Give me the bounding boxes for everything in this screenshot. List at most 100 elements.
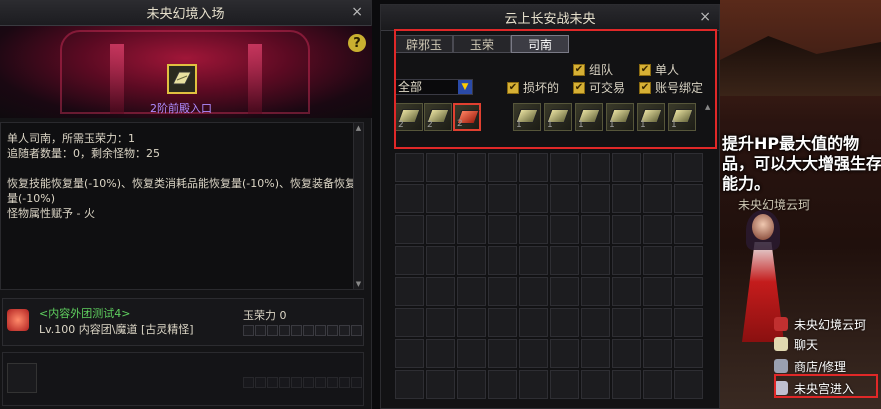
inventory-slot[interactable] (550, 184, 579, 213)
inventory-slot[interactable] (674, 153, 703, 182)
inventory-slot[interactable] (674, 308, 703, 337)
menu-chat[interactable]: 聊天 (774, 334, 878, 354)
inventory-slot[interactable] (581, 184, 610, 213)
inventory-slot[interactable] (519, 153, 548, 182)
close-icon[interactable]: × (699, 9, 711, 25)
inventory-slot[interactable] (643, 339, 672, 368)
inventory-slot[interactable] (550, 215, 579, 244)
inventory-slot[interactable] (519, 246, 548, 275)
inventory-slot[interactable] (457, 153, 486, 182)
inventory-slot[interactable] (426, 370, 455, 399)
inventory-slot[interactable] (519, 308, 548, 337)
inventory-slot[interactable] (457, 370, 486, 399)
inventory-slot[interactable] (488, 184, 517, 213)
inventory-slot[interactable] (612, 153, 641, 182)
inventory-slot[interactable] (643, 184, 672, 213)
item-slot[interactable]: 1 (637, 103, 665, 131)
inventory-slot[interactable] (519, 339, 548, 368)
inventory-slot[interactable] (426, 246, 455, 275)
party-member-row-empty[interactable] (2, 352, 364, 406)
checkbox-solo[interactable]: ✔ 单人 (639, 61, 679, 78)
inventory-slot[interactable] (488, 370, 517, 399)
description-scrollbar[interactable]: ▲ ▼ (353, 123, 363, 289)
inventory-slot[interactable] (612, 215, 641, 244)
inventory-slot[interactable] (612, 184, 641, 213)
inventory-slot[interactable] (395, 339, 424, 368)
portal-entry-button[interactable] (167, 64, 197, 94)
inventory-slot[interactable] (488, 153, 517, 182)
inventory-slot[interactable] (612, 277, 641, 306)
item-slot[interactable]: 1 (513, 103, 541, 131)
inventory-slot[interactable] (426, 215, 455, 244)
inventory-slot[interactable] (581, 246, 610, 275)
inventory-slot[interactable] (612, 339, 641, 368)
inventory-slot[interactable] (643, 308, 672, 337)
inventory-slot[interactable] (519, 215, 548, 244)
item-slot[interactable]: 1 (606, 103, 634, 131)
inventory-slot[interactable] (612, 246, 641, 275)
inventory-slot[interactable] (488, 246, 517, 275)
inventory-slot[interactable] (488, 339, 517, 368)
inventory-slot[interactable] (550, 277, 579, 306)
inventory-slot[interactable] (550, 153, 579, 182)
scroll-down-icon[interactable]: ▼ (354, 279, 363, 289)
inventory-slot[interactable] (457, 339, 486, 368)
inventory-slot[interactable] (581, 308, 610, 337)
inventory-slot[interactable] (550, 308, 579, 337)
inventory-slot[interactable] (488, 215, 517, 244)
inventory-slot[interactable] (457, 246, 486, 275)
inventory-slot[interactable] (395, 370, 424, 399)
inventory-slot[interactable] (612, 308, 641, 337)
inventory-slot[interactable] (519, 277, 548, 306)
inventory-slot[interactable] (426, 277, 455, 306)
help-icon[interactable]: ? (348, 34, 366, 52)
item-slot[interactable]: 1 (575, 103, 603, 131)
inventory-slot[interactable] (550, 370, 579, 399)
item-slot[interactable]: 1 (544, 103, 572, 131)
inventory-slot[interactable] (550, 246, 579, 275)
close-icon[interactable]: × (351, 4, 363, 20)
checkbox-tradeable[interactable]: ✔ 可交易 (573, 79, 625, 96)
inventory-slot[interactable] (643, 153, 672, 182)
inventory-slot[interactable] (674, 339, 703, 368)
inventory-slot[interactable] (395, 215, 424, 244)
scroll-up-icon[interactable]: ▲ (705, 103, 715, 121)
checkbox-party[interactable]: ✔ 组队 (573, 61, 613, 78)
inventory-slot[interactable] (426, 308, 455, 337)
inventory-slot[interactable] (395, 277, 424, 306)
inventory-slot[interactable] (457, 215, 486, 244)
inventory-slot[interactable] (426, 153, 455, 182)
inventory-slot[interactable] (488, 308, 517, 337)
checkbox-account-bound[interactable]: ✔ 账号绑定 (639, 79, 703, 96)
item-slot[interactable]: 2 (395, 103, 423, 131)
inventory-slot[interactable] (674, 246, 703, 275)
inventory-slot[interactable] (643, 215, 672, 244)
inventory-slot[interactable] (395, 184, 424, 213)
inventory-slot[interactable] (426, 339, 455, 368)
tab-yurong[interactable]: 玉荣 (453, 35, 511, 53)
menu-npc[interactable]: 未央幻境云珂 (774, 314, 878, 334)
inventory-slot[interactable] (488, 277, 517, 306)
inventory-titlebar[interactable]: 云上长安战未央 × (381, 5, 719, 31)
inventory-slot[interactable] (395, 153, 424, 182)
checkbox-broken[interactable]: ✔ 损坏的 (507, 79, 559, 96)
inventory-slot[interactable] (581, 153, 610, 182)
inventory-slot[interactable] (395, 246, 424, 275)
scroll-up-icon[interactable]: ▲ (354, 123, 363, 133)
inventory-slot[interactable] (643, 246, 672, 275)
inventory-slot[interactable] (581, 277, 610, 306)
inventory-slot[interactable] (581, 339, 610, 368)
tab-bixieyu[interactable]: 辟邪玉 (395, 35, 453, 53)
item-slot[interactable]: 1 (668, 103, 696, 131)
inventory-slot[interactable] (457, 277, 486, 306)
inventory-slot[interactable] (674, 277, 703, 306)
inventory-slot[interactable] (519, 184, 548, 213)
party-member-row[interactable]: <内容外团测试4> Lv.100 内容团\魔道 [古灵精怪] 玉荣力 0 (2, 298, 364, 346)
tab-sinan[interactable]: 司南 (511, 35, 569, 53)
inventory-slot[interactable] (457, 308, 486, 337)
item-slot-selected[interactable]: 2 (453, 103, 481, 131)
panel-titlebar[interactable]: 未央幻境入场 × (0, 0, 371, 26)
inventory-slot[interactable] (612, 370, 641, 399)
inventory-slot[interactable] (674, 215, 703, 244)
inventory-slot[interactable] (457, 184, 486, 213)
